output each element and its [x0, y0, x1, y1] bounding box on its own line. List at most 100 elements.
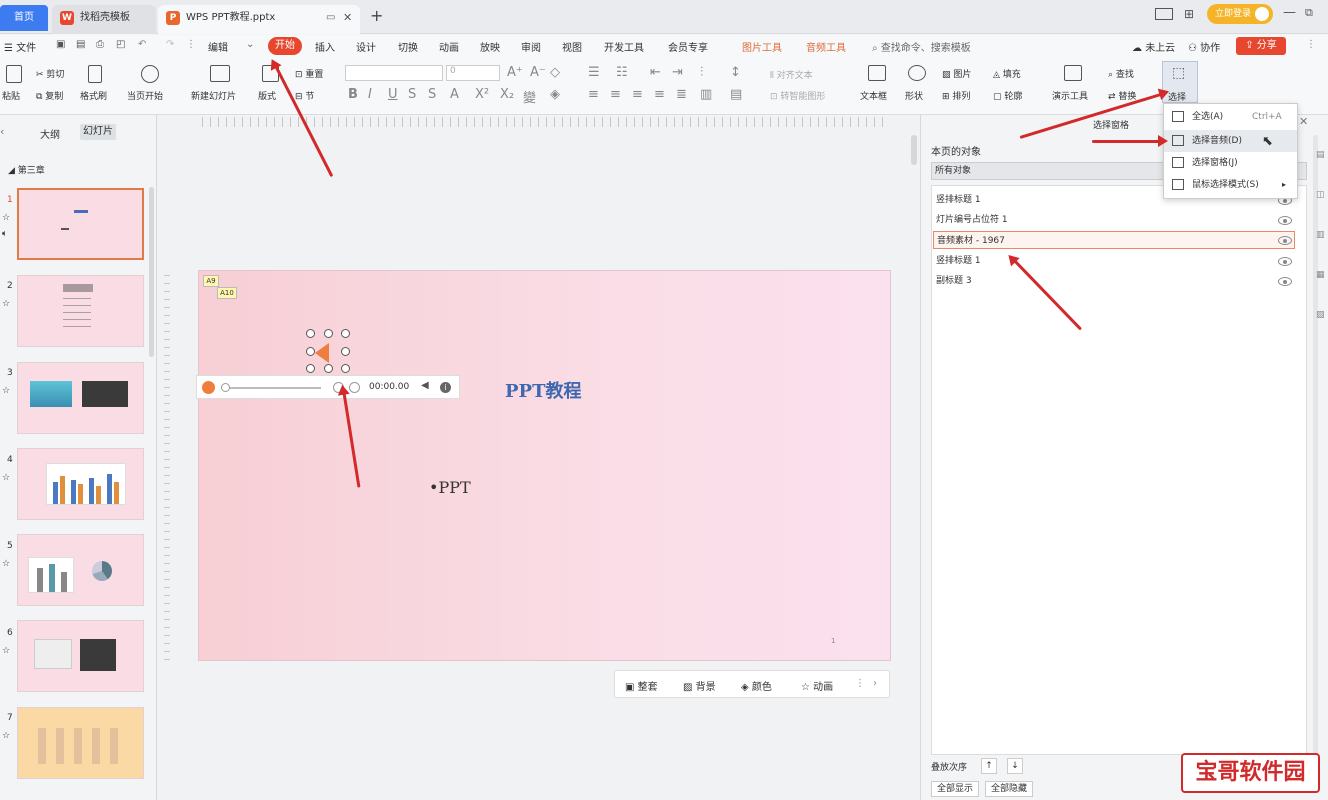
grid-icon[interactable]: ⊞	[1184, 7, 1194, 21]
animation-tag[interactable]: A10	[217, 287, 237, 299]
slide-thumbnail-1[interactable]	[17, 188, 144, 260]
show-all-button[interactable]: 全部显示	[931, 781, 979, 797]
hide-all-button[interactable]: 全部隐藏	[985, 781, 1033, 797]
side-tool-icon[interactable]: ◫	[1316, 190, 1325, 200]
resize-handle[interactable]	[324, 329, 333, 338]
bold-icon[interactable]: B	[348, 87, 358, 102]
menu-item-select-all[interactable]: 全选(A) Ctrl+A	[1164, 106, 1297, 128]
align-text-button[interactable]: ⫴ 对齐文本	[770, 68, 813, 81]
audio-progress-track[interactable]	[221, 387, 321, 389]
tab-document[interactable]: P WPS PPT教程.pptx ▭ ✕	[158, 5, 360, 34]
tab-outline[interactable]: 大纲	[40, 126, 60, 141]
eye-icon[interactable]	[1278, 257, 1292, 266]
preview-icon[interactable]: ◰	[116, 39, 125, 50]
section-title[interactable]: ◢ 第三章	[8, 163, 45, 176]
menu-transition[interactable]: 切换	[398, 39, 418, 54]
side-tool-icon[interactable]: ▧	[1316, 310, 1325, 320]
menu-item-selection-pane[interactable]: 选择窗格(J)	[1164, 152, 1297, 174]
undo-icon[interactable]: ↶	[138, 39, 146, 50]
eye-icon[interactable]	[1278, 216, 1292, 225]
resize-handle[interactable]	[324, 364, 333, 373]
find-button[interactable]: ⌕ 查找	[1108, 67, 1134, 80]
print-icon[interactable]: ⎙	[96, 39, 104, 50]
line-spacing-icon[interactable]: ↕	[730, 65, 741, 80]
send-backward-button[interactable]: ↓	[1007, 758, 1023, 774]
decrease-indent-icon[interactable]: ⇤	[650, 65, 661, 80]
menu-item-select-audio[interactable]: 选择音频(D) ⬉	[1164, 130, 1297, 152]
slide-thumbnail-5[interactable]	[17, 534, 144, 606]
audio-player-bar[interactable]: 00:00.00 ◀︎ i	[196, 375, 460, 399]
number-list-icon[interactable]: ☷	[616, 65, 628, 80]
paragraph-settings-icon[interactable]: ▤	[730, 87, 742, 102]
menu-edit[interactable]: 编辑	[208, 39, 228, 54]
unify-button[interactable]: ▣ 整套	[625, 678, 658, 693]
menu-insert[interactable]: 插入	[315, 39, 335, 54]
resize-handle[interactable]	[306, 329, 315, 338]
reset-button[interactable]: ⊡ 重置	[295, 67, 323, 80]
tab-home[interactable]: 首页	[0, 5, 48, 31]
resize-handle[interactable]	[306, 364, 315, 373]
subscript-icon[interactable]: X₂	[500, 87, 514, 102]
slide-thumbnail-4[interactable]	[17, 448, 144, 520]
picture-button[interactable]: ▨ 图片	[942, 67, 971, 80]
menu-audio-tools[interactable]: 音频工具	[806, 39, 846, 54]
superscript-icon[interactable]: X²	[475, 87, 489, 102]
export-icon[interactable]: ▤	[76, 39, 85, 50]
fill-button[interactable]: ◬ 填充	[993, 67, 1021, 80]
slide-thumbnail-3[interactable]	[17, 362, 144, 434]
menu-picture-tools[interactable]: 图片工具	[742, 39, 782, 54]
slide-canvas[interactable]: A9 A10 PPT教程 •PPT 1	[198, 270, 891, 661]
eye-icon[interactable]	[1278, 277, 1292, 286]
quick-access-icon[interactable]: ⌄	[246, 39, 254, 50]
play-from-current-icon[interactable]	[141, 65, 159, 83]
share-button[interactable]: ⇪ 分享	[1236, 37, 1286, 55]
collab-button[interactable]: ⚇ 协作	[1188, 39, 1220, 54]
arrange-button[interactable]: ⊞ 排列	[942, 89, 970, 102]
expand-arrow-icon[interactable]: ›	[873, 678, 877, 689]
menu-slideshow[interactable]: 放映	[480, 39, 500, 54]
restore-icon[interactable]: ▭	[326, 5, 335, 31]
distribute-icon[interactable]: ≣	[676, 87, 687, 102]
resize-handle[interactable]	[341, 364, 350, 373]
highlight-icon[interactable]: ◈	[550, 87, 560, 102]
tab-slides[interactable]: 幻灯片	[80, 124, 116, 140]
bullet-list-icon[interactable]: ☰	[588, 65, 600, 80]
clear-format-icon[interactable]: ◇	[550, 65, 560, 80]
more-options-icon[interactable]: ⋮	[855, 678, 865, 689]
font-shrink-icon[interactable]: A⁻	[530, 65, 546, 80]
close-tab-icon[interactable]: ✕	[343, 5, 352, 31]
menu-design[interactable]: 设计	[356, 39, 376, 54]
align-left-icon[interactable]: ≡	[588, 87, 599, 102]
textbox-icon[interactable]	[868, 65, 886, 81]
layout-label[interactable]: 版式	[258, 89, 276, 102]
save-icon[interactable]: ▣	[56, 39, 65, 50]
canvas-scrollbar[interactable]	[911, 135, 917, 165]
shape-icon[interactable]	[908, 65, 926, 81]
format-painter-label[interactable]: 格式刷	[80, 89, 107, 102]
new-tab-button[interactable]: +	[370, 6, 383, 25]
align-right-icon[interactable]: ≡	[632, 87, 643, 102]
columns-icon[interactable]: ▥	[700, 87, 712, 102]
font-name-select[interactable]	[345, 65, 443, 81]
object-row[interactable]: 副标题 3	[933, 272, 1295, 290]
menu-file[interactable]: ☰ 文件	[4, 39, 36, 54]
cloud-status[interactable]: ☁ 未上云	[1132, 39, 1175, 54]
from-current-label[interactable]: 当页开始	[127, 89, 163, 102]
slide-title[interactable]: PPT教程	[505, 377, 581, 403]
object-row[interactable]: 竖排标题 1	[933, 252, 1295, 270]
animation-button[interactable]: ☆ 动画	[801, 678, 833, 693]
audio-progress-thumb[interactable]	[221, 383, 230, 392]
maximize-icon[interactable]: ⧉	[1305, 6, 1313, 20]
outline-button[interactable]: ▢ 轮廓	[993, 89, 1022, 102]
shadow-icon[interactable]: S	[428, 87, 436, 102]
char-spacing-icon[interactable]: 變	[523, 87, 536, 106]
volume-icon[interactable]: ◀︎	[421, 380, 429, 391]
minimize-icon[interactable]: —	[1283, 5, 1296, 20]
presenter-tools-label[interactable]: 演示工具	[1052, 89, 1088, 102]
slide-thumbnail-6[interactable]	[17, 620, 144, 692]
copy-button[interactable]: ⧉ 复制	[36, 89, 63, 102]
new-slide-label[interactable]: 新建幻灯片	[191, 89, 236, 102]
menu-review[interactable]: 审阅	[521, 39, 541, 54]
layout-icon[interactable]	[1155, 8, 1173, 20]
justify-icon[interactable]: ≡	[654, 87, 665, 102]
